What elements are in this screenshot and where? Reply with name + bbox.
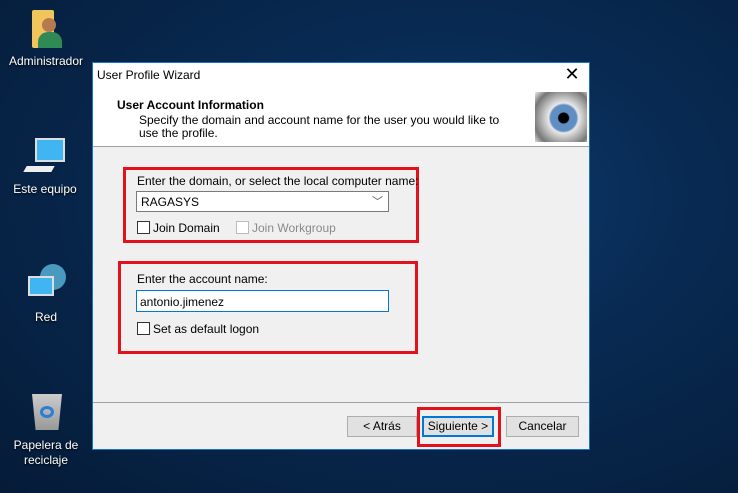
network-icon	[26, 264, 66, 304]
account-name-input[interactable]: antonio.jimenez	[136, 290, 389, 312]
title-bar[interactable]: User Profile Wizard ✕	[93, 63, 589, 87]
close-icon[interactable]: ✕	[561, 64, 583, 85]
domain-combobox[interactable]: RAGASYS ﹀	[136, 191, 389, 212]
join-domain-checkbox[interactable]	[137, 221, 150, 234]
desktop-icon-label: Papelera de reciclaje	[13, 438, 79, 467]
chevron-down-icon: ﹀	[372, 196, 383, 208]
wizard-header: User Account Information Specify the dom…	[93, 87, 589, 147]
default-logon-label[interactable]: Set as default logon	[153, 322, 259, 336]
domain-value: RAGASYS	[141, 195, 200, 209]
footer-divider	[93, 402, 589, 403]
header-title: User Account Information	[117, 98, 264, 112]
default-logon-checkbox[interactable]	[137, 322, 150, 335]
window-title: User Profile Wizard	[97, 68, 201, 82]
desktop-icon-label: Red	[34, 310, 57, 324]
user-profile-wizard-dialog: User Profile Wizard ✕ User Account Infor…	[92, 62, 590, 450]
desktop-icon-label: Administrador	[8, 54, 84, 68]
eye-logo-icon	[535, 92, 587, 142]
header-description: Specify the domain and account name for …	[139, 113, 500, 140]
desktop-icon-administrador[interactable]: Administrador	[1, 8, 91, 68]
domain-label: Enter the domain, or select the local co…	[137, 174, 419, 188]
user-folder-icon	[26, 8, 66, 48]
computer-icon	[23, 136, 65, 176]
back-button[interactable]: < Atrás	[347, 416, 417, 437]
recycle-bin-icon	[26, 392, 66, 432]
account-label: Enter the account name:	[137, 272, 268, 286]
cancel-button[interactable]: Cancelar	[506, 416, 579, 437]
join-workgroup-label: Join Workgroup	[252, 221, 336, 235]
join-workgroup-checkbox	[236, 221, 249, 234]
desktop-icon-label: Este equipo	[13, 182, 77, 196]
join-domain-label[interactable]: Join Domain	[153, 221, 220, 235]
desktop-icon-este-equipo[interactable]: Este equipo	[0, 136, 90, 196]
desktop-icon-red[interactable]: Red	[1, 264, 91, 324]
desktop-icon-papelera[interactable]: Papelera de reciclaje	[1, 392, 91, 468]
next-button[interactable]: Siguiente >	[422, 416, 494, 437]
